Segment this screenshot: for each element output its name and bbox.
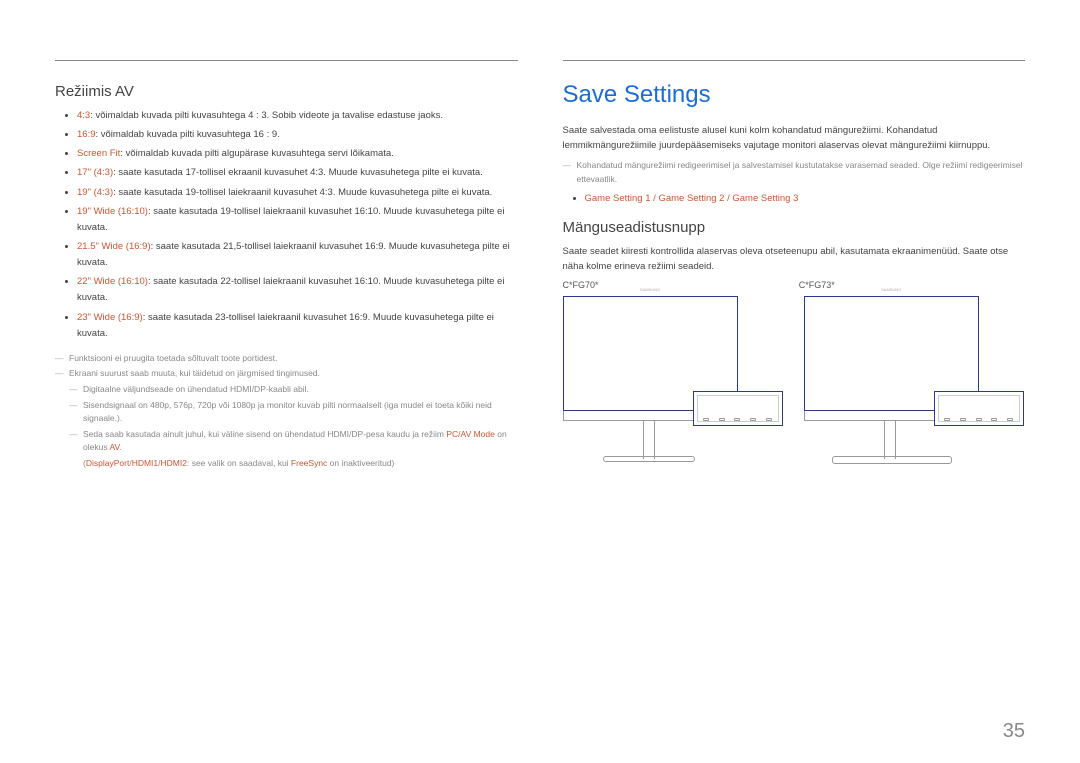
monitor-base-icon (832, 456, 952, 464)
monitor-diagram-2: SAMSUNG (804, 296, 1025, 476)
monitor-stand-icon (884, 421, 896, 459)
list-item: 17" (4:3): saate kasutada 17-tollisel ek… (77, 165, 518, 181)
list-item: Screen Fit: võimaldab kuvada pilti algup… (77, 146, 518, 162)
model-label-2: C*FG73* (799, 280, 1025, 290)
notes-block: Funktsiooni ei pruugita toetada sõltuval… (55, 352, 518, 471)
monitor-diagrams: SAMSUNG SAMSUNG (563, 296, 1026, 476)
list-item: 23" Wide (16:9): saate kasutada 23-tolli… (77, 310, 518, 342)
page-number: 35 (1003, 720, 1025, 743)
model-label-1: C*FG70* (563, 280, 789, 290)
note: Kohandatud mängurežiimi redigeerimisel j… (563, 159, 1026, 186)
model-labels: C*FG70* C*FG73* (563, 280, 1026, 290)
game-settings-list: Game Setting 1 / Game Setting 2 / Game S… (563, 191, 1026, 207)
list-item: 4:3: võimaldab kuvada pilti kuvasuhtega … (77, 108, 518, 124)
monitor-base-icon (603, 456, 695, 462)
list-item: 21.5" Wide (16:9): saate kasutada 21,5-t… (77, 239, 518, 271)
game-button-heading: Mänguseadistusnupp (563, 219, 1026, 236)
note: Ekraani suurust saab muuta, kui täidetud… (55, 367, 518, 381)
note-sub: Sisendsignaal on 480p, 576p, 720p või 10… (55, 399, 518, 426)
save-settings-note: Kohandatud mängurežiimi redigeerimisel j… (563, 159, 1026, 186)
osd-popup-icon (693, 391, 783, 426)
monitor-stand-icon (643, 421, 655, 459)
list-item: 22" Wide (16:10): saate kasutada 22-toll… (77, 274, 518, 306)
osd-popup-icon (934, 391, 1024, 426)
monitor-diagram-1: SAMSUNG (563, 296, 784, 476)
list-item: Game Setting 1 / Game Setting 2 / Game S… (585, 191, 1026, 207)
list-item: 19" (4:3): saate kasutada 19-tollisel la… (77, 185, 518, 201)
list-item: 16:9: võimaldab kuvada pilti kuvasuhtega… (77, 127, 518, 143)
note-sub: (DisplayPort/HDMI1/HDMI2: see valik on s… (55, 457, 518, 471)
av-mode-heading: Režiimis AV (55, 83, 518, 100)
note: Funktsiooni ei pruugita toetada sõltuval… (55, 352, 518, 366)
left-column: Režiimis AV 4:3: võimaldab kuvada pilti … (55, 60, 518, 476)
save-settings-title: Save Settings (563, 81, 1026, 109)
right-column: Save Settings Saate salvestada oma eelis… (563, 60, 1026, 476)
note-sub: Digitaalne väljundseade on ühendatud HDM… (55, 383, 518, 397)
game-button-desc: Saate seadet kiiresti kontrollida alaser… (563, 244, 1026, 274)
note-sub: Seda saab kasutada ainult juhul, kui väl… (55, 428, 518, 455)
list-item: 19" Wide (16:10): saate kasutada 19-toll… (77, 204, 518, 236)
aspect-ratio-list: 4:3: võimaldab kuvada pilti kuvasuhtega … (55, 108, 518, 342)
save-settings-desc: Saate salvestada oma eelistuste alusel k… (563, 123, 1026, 153)
